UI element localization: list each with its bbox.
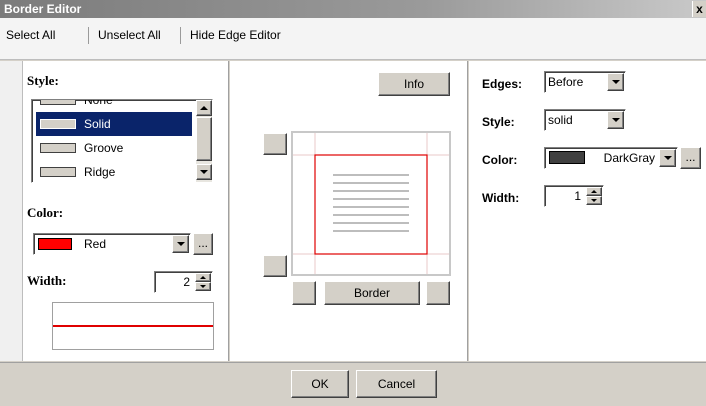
ok-button[interactable]: OK bbox=[291, 370, 349, 398]
edge-preview-panel: Info Border bbox=[230, 61, 468, 361]
style-swatch bbox=[40, 119, 76, 129]
arrow-down-icon bbox=[200, 170, 208, 174]
edge-before-button[interactable] bbox=[263, 133, 287, 155]
dialog-footer: OK Cancel bbox=[0, 362, 706, 406]
window-title: Border Editor bbox=[4, 2, 82, 16]
arrow-up-icon bbox=[591, 190, 597, 193]
edges-dropdown[interactable]: Before bbox=[544, 71, 626, 93]
edge-color-value: DarkGray bbox=[603, 151, 655, 165]
chevron-down-icon bbox=[176, 242, 185, 246]
scroll-up-button[interactable] bbox=[196, 100, 212, 116]
color-value: Red bbox=[84, 237, 107, 251]
edge-color-more-button[interactable]: ... bbox=[680, 147, 701, 169]
list-item[interactable]: Groove bbox=[36, 136, 192, 160]
style-swatch bbox=[40, 167, 76, 177]
dropdown-button[interactable] bbox=[607, 111, 624, 129]
width-label: Width: bbox=[27, 273, 67, 288]
style-listbox[interactable]: None Solid Groove Ridge bbox=[31, 99, 213, 183]
border-diagram bbox=[291, 131, 451, 276]
edge-width-stepper[interactable]: 1 bbox=[544, 185, 604, 207]
menu-divider bbox=[88, 27, 89, 44]
color-dropdown[interactable]: Red bbox=[33, 233, 191, 255]
edges-value: Before bbox=[548, 75, 584, 89]
style-swatch bbox=[40, 100, 76, 105]
info-button[interactable]: Info bbox=[378, 72, 450, 96]
arrow-up-icon bbox=[200, 106, 208, 110]
decrement-button[interactable] bbox=[195, 282, 211, 291]
color-more-button[interactable]: ... bbox=[193, 233, 213, 255]
dropdown-button[interactable] bbox=[659, 149, 676, 167]
listbox-scrollbar[interactable] bbox=[196, 100, 212, 182]
style-label: Style: bbox=[27, 73, 59, 88]
unselect-all-button[interactable]: Unselect All bbox=[98, 28, 161, 42]
arrow-down-icon bbox=[200, 285, 206, 288]
color-label: Color: bbox=[27, 205, 64, 220]
close-icon[interactable]: x bbox=[692, 1, 706, 17]
line-preview bbox=[52, 302, 214, 350]
preview-line bbox=[53, 325, 213, 327]
edge-width-value: 1 bbox=[574, 189, 581, 203]
edge-color-label: Color: bbox=[482, 153, 518, 167]
edge-style-value: solid bbox=[548, 113, 573, 127]
list-item-selected[interactable]: Solid bbox=[36, 112, 192, 136]
style-panel: Style: None Solid Groove Ridge Color: Re… bbox=[23, 61, 229, 361]
edge-after-button[interactable] bbox=[263, 255, 287, 277]
hide-edge-editor-button[interactable]: Hide Edge Editor bbox=[190, 28, 281, 42]
border-button[interactable]: Border bbox=[324, 281, 420, 305]
decrement-button[interactable] bbox=[586, 196, 602, 205]
edge-width-label: Width: bbox=[482, 191, 520, 205]
arrow-up-icon bbox=[200, 276, 206, 279]
width-value: 2 bbox=[183, 275, 190, 289]
menu-divider bbox=[180, 27, 181, 44]
dropdown-button[interactable] bbox=[607, 73, 624, 91]
increment-button[interactable] bbox=[586, 187, 602, 196]
edge-editor-panel: Edges: Before Style: solid Color: DarkGr… bbox=[469, 61, 706, 361]
menu-bar: Select All Unselect All Hide Edge Editor bbox=[0, 18, 706, 60]
width-stepper[interactable]: 2 bbox=[154, 271, 213, 293]
edge-color-dropdown[interactable]: DarkGray bbox=[544, 147, 678, 169]
title-bar: Border Editor bbox=[0, 0, 706, 18]
edges-label: Edges: bbox=[482, 77, 523, 91]
style-swatch bbox=[40, 143, 76, 153]
edge-style-label: Style: bbox=[482, 115, 515, 129]
increment-button[interactable] bbox=[195, 273, 211, 282]
panel-gutter bbox=[0, 61, 23, 361]
edge-color-swatch bbox=[549, 151, 585, 164]
list-item[interactable]: None bbox=[36, 100, 192, 112]
select-all-button[interactable]: Select All bbox=[6, 28, 55, 42]
edge-start-button[interactable] bbox=[292, 281, 316, 305]
cancel-button[interactable]: Cancel bbox=[356, 370, 437, 398]
color-swatch bbox=[38, 238, 72, 250]
list-item[interactable]: Ridge bbox=[36, 160, 192, 182]
chevron-down-icon bbox=[663, 156, 672, 160]
chevron-down-icon bbox=[611, 118, 620, 122]
chevron-down-icon bbox=[611, 80, 620, 84]
scroll-down-button[interactable] bbox=[196, 164, 212, 180]
edge-end-button[interactable] bbox=[426, 281, 450, 305]
scroll-thumb[interactable] bbox=[196, 117, 212, 161]
edge-style-dropdown[interactable]: solid bbox=[544, 109, 626, 131]
arrow-down-icon bbox=[591, 199, 597, 202]
dropdown-button[interactable] bbox=[172, 235, 189, 253]
border-diagram-svg bbox=[293, 133, 449, 274]
